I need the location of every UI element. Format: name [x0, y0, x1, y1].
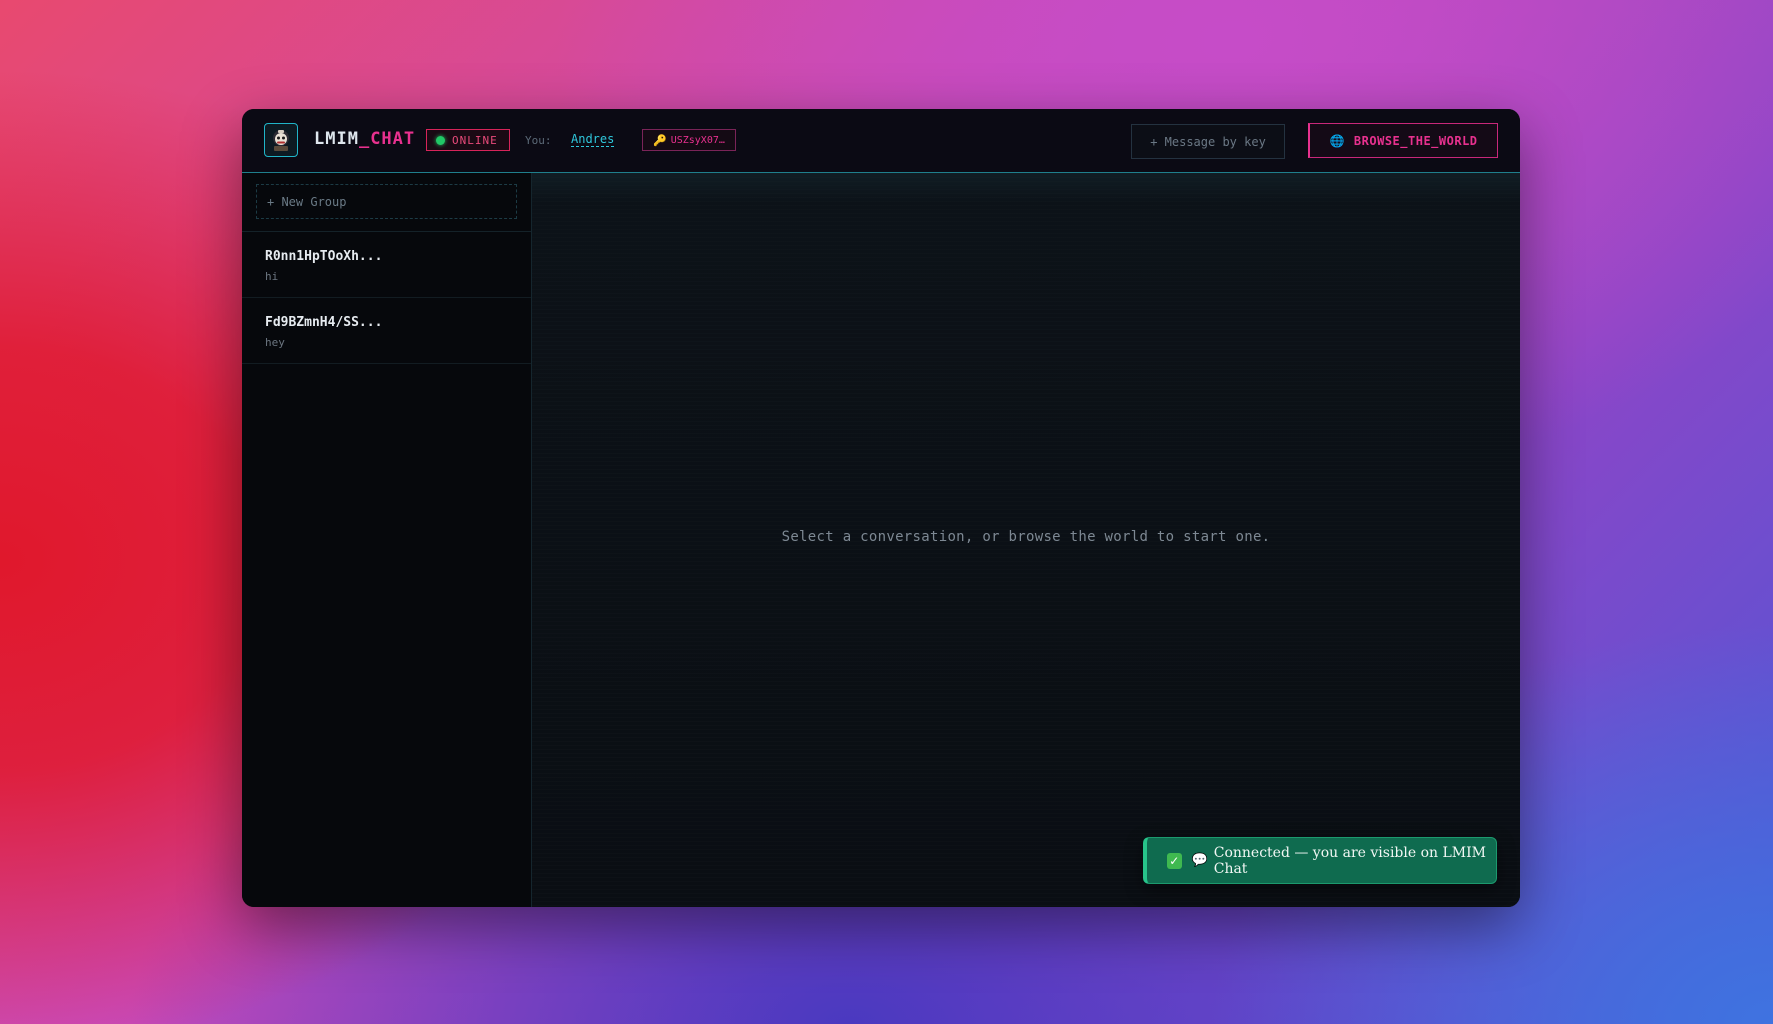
- app-brand: LMIM_CHAT: [314, 129, 415, 149]
- conversation-item[interactable]: Fd9BZmnH4/SS... hey: [242, 298, 531, 364]
- check-icon: ✓: [1167, 852, 1182, 869]
- status-dot-icon: [436, 135, 445, 145]
- browse-label: BROWSE_THE_WORLD: [1353, 133, 1478, 148]
- app-header: LMIM_CHAT ONLINE You: Andres 🔑 USZsyX07……: [242, 109, 1520, 173]
- user-name-link[interactable]: Andres: [571, 132, 615, 147]
- robot-avatar-icon: [264, 123, 298, 157]
- conversation-item[interactable]: R0nn1HpTOoXh... hi: [242, 232, 531, 298]
- brand-prefix: LMIM: [314, 129, 359, 149]
- you-label: You:: [525, 134, 552, 147]
- chat-main-panel: Select a conversation, or browse the wor…: [532, 173, 1520, 907]
- message-by-key-button[interactable]: + Message by key: [1131, 124, 1285, 159]
- status-badge: ONLINE: [426, 129, 510, 151]
- toast-message: Connected — you are visible on LMIM Chat: [1213, 844, 1487, 877]
- connection-toast[interactable]: ✓ 💬 Connected — you are visible on LMIM …: [1143, 837, 1497, 884]
- key-icon: 🔑: [653, 133, 667, 147]
- conversation-preview: hey: [265, 336, 285, 349]
- speech-bubble-icon: 💬: [1191, 853, 1208, 868]
- app-window: LMIM_CHAT ONLINE You: Andres 🔑 USZsyX07……: [242, 109, 1520, 907]
- public-key-badge[interactable]: 🔑 USZsyX07…: [642, 129, 736, 151]
- globe-icon: 🌐: [1329, 133, 1345, 148]
- status-text: ONLINE: [452, 133, 498, 147]
- new-group-button[interactable]: + New Group: [256, 184, 517, 219]
- conversation-sidebar: + New Group R0nn1HpTOoXh... hi Fd9BZmnH4…: [242, 173, 532, 907]
- empty-state-text: Select a conversation, or browse the wor…: [781, 529, 1271, 545]
- conversation-preview: hi: [265, 270, 279, 283]
- conversation-title: R0nn1HpTOoXh...: [265, 249, 383, 264]
- brand-suffix: _CHAT: [358, 129, 416, 149]
- conversation-title: Fd9BZmnH4/SS...: [265, 315, 383, 330]
- browse-the-world-button[interactable]: 🌐 BROWSE_THE_WORLD: [1308, 123, 1498, 158]
- public-key-text: USZsyX07…: [670, 134, 725, 146]
